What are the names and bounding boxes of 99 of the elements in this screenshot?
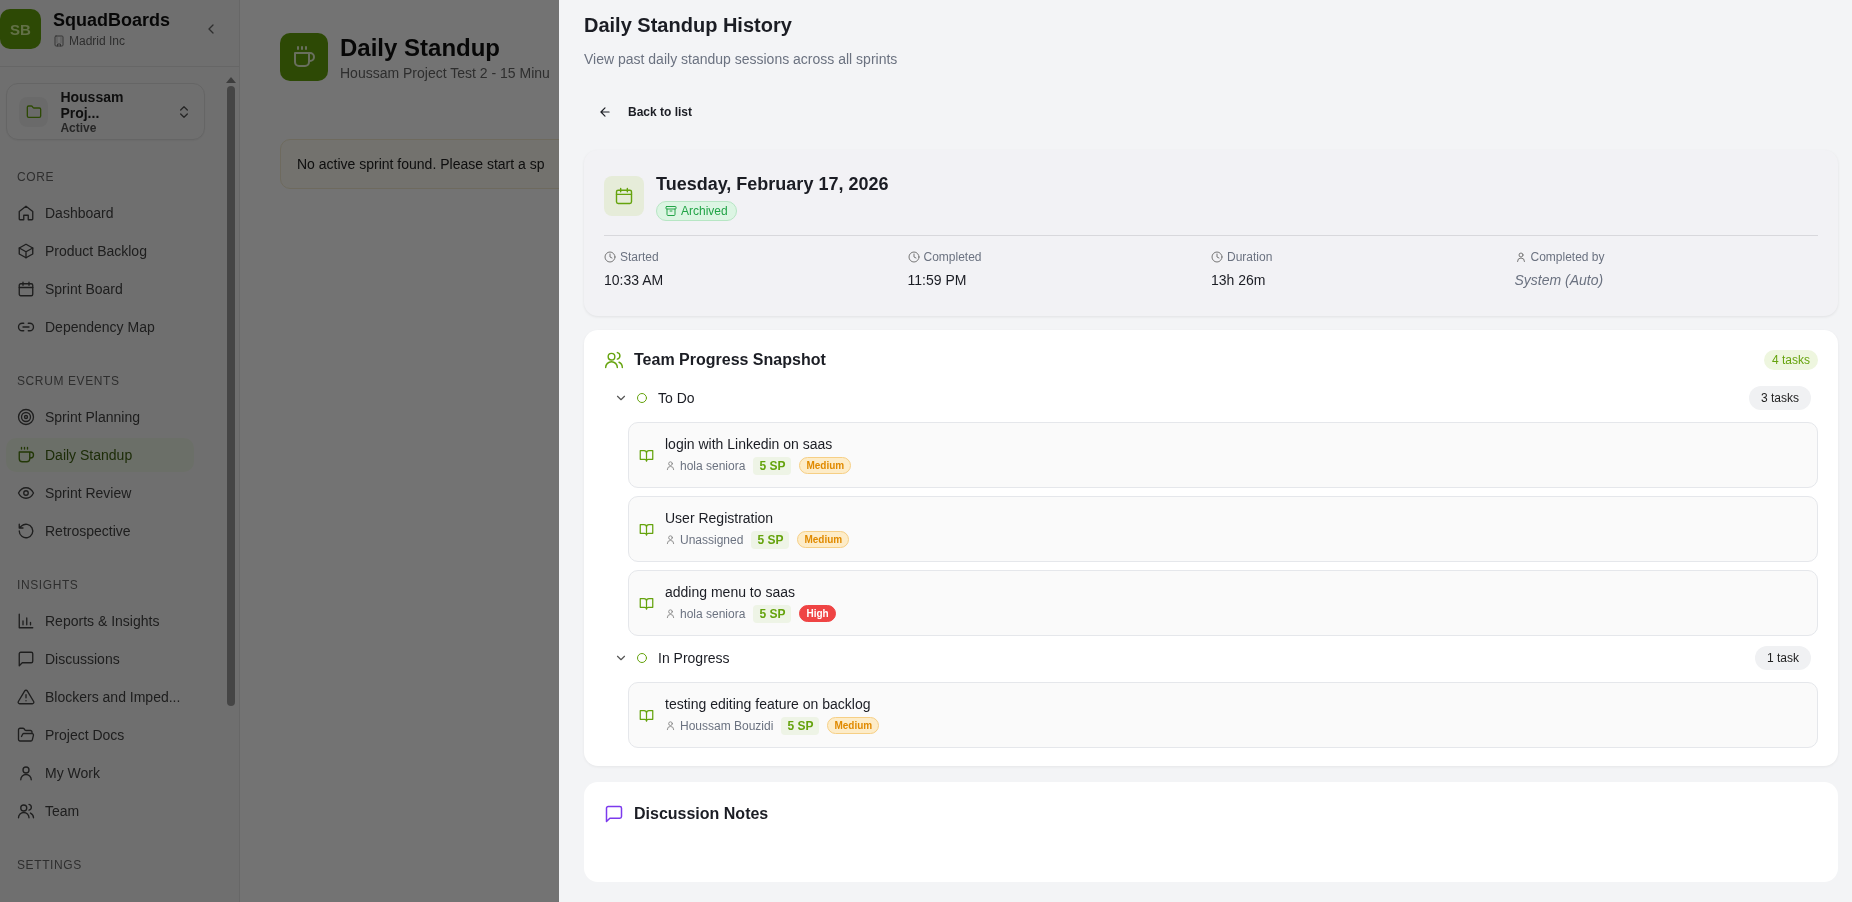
task-card[interactable]: User Registration Unassigned 5 SP Medium xyxy=(628,496,1818,562)
project-selector[interactable]: Houssam Proj... Active xyxy=(6,83,205,140)
section-heading: INSIGHTS xyxy=(16,578,80,592)
nav-item[interactable]: Dashboard xyxy=(6,196,194,230)
panel-title: Daily Standup History xyxy=(584,14,793,37)
panel-subtitle: View past daily standup sessions across all sprints xyxy=(584,51,899,67)
nav-item[interactable]: Reports & Insights xyxy=(6,604,194,638)
priority-tag: High xyxy=(799,605,836,622)
nav-item[interactable]: Blockers and Imped... xyxy=(6,680,194,714)
task-title: testing editing feature on backlog xyxy=(665,695,872,712)
calendar-icon xyxy=(17,280,35,298)
stat-value: 11:59 PM xyxy=(907,272,968,288)
cup-icon xyxy=(17,446,35,464)
user-icon xyxy=(665,608,676,619)
task-card[interactable]: login with Linkedin on saas hola seniora 5 SP Medium xyxy=(628,422,1818,488)
nav-item[interactable]: Discussions xyxy=(6,642,194,676)
status-badge: Archived xyxy=(656,201,737,221)
logo: SB xyxy=(0,9,41,49)
bar-chart-icon xyxy=(17,612,35,630)
group-name[interactable]: To Do xyxy=(658,390,695,406)
message-icon xyxy=(604,804,624,824)
status-circle-icon xyxy=(636,652,648,664)
building-icon xyxy=(53,35,65,47)
cup-icon xyxy=(292,45,316,69)
task-title: login with Linkedin on saas xyxy=(665,435,834,452)
scrollbar-thumb[interactable] xyxy=(227,86,235,706)
status-circle-icon xyxy=(636,392,648,404)
nav-item[interactable]: Daily Standup xyxy=(6,438,194,472)
task-card[interactable]: testing editing feature on backlog Houssam Bouzidi 5 SP Medium xyxy=(628,682,1818,748)
book-icon xyxy=(639,521,654,537)
nav-item[interactable]: Sprint Board xyxy=(6,272,194,306)
user-icon xyxy=(665,460,676,471)
clock-icon xyxy=(907,251,920,263)
section-title: Discussion Notes xyxy=(634,805,769,823)
nav-item[interactable]: Team xyxy=(6,794,194,828)
story-points: 5 SP xyxy=(753,604,792,623)
nav-item[interactable]: Sprint Review xyxy=(6,476,194,510)
clock-icon xyxy=(604,251,616,263)
nav-item[interactable]: My Work xyxy=(6,756,194,790)
clock-icon xyxy=(1211,251,1223,263)
group-name[interactable]: In Progress xyxy=(658,650,730,666)
stat-label: Completed xyxy=(923,250,982,264)
nav-item[interactable]: Product Backlog xyxy=(6,234,194,268)
book-icon xyxy=(639,707,654,723)
organization-name: Madrid Inc xyxy=(69,34,126,48)
archive-icon xyxy=(665,205,677,217)
nav-item[interactable]: Sprint Planning xyxy=(6,400,194,434)
nav-item[interactable]: Retrospective xyxy=(6,514,194,548)
stat-value: 13h 26m xyxy=(1211,272,1267,288)
book-icon xyxy=(639,595,654,611)
section-heading: SETTINGS xyxy=(16,858,83,872)
calendar-icon xyxy=(614,186,634,206)
story-points: 5 SP xyxy=(751,530,790,549)
user-icon xyxy=(17,764,35,782)
folder-icon xyxy=(25,103,42,120)
story-points: 5 SP xyxy=(753,456,792,475)
assignee-name: hola seniora xyxy=(680,606,746,621)
folder-icon xyxy=(17,726,35,744)
message-icon xyxy=(17,650,35,668)
nav-item[interactable]: Project Docs xyxy=(6,718,194,752)
stat-value: System (Auto) xyxy=(1514,272,1605,288)
priority-tag: Medium xyxy=(827,717,880,734)
assignee-name: Houssam Bouzidi xyxy=(680,718,774,733)
assignee-name: hola seniora xyxy=(680,458,746,473)
task-card[interactable]: adding menu to saas hola seniora 5 SP High xyxy=(628,570,1818,636)
task-count: 4 tasks xyxy=(1764,350,1818,370)
story-points: 5 SP xyxy=(781,716,820,735)
target-icon xyxy=(17,408,35,426)
stat-value: 10:33 AM xyxy=(604,272,665,288)
stat-label: Completed by xyxy=(1530,250,1605,264)
cube-icon xyxy=(17,242,35,260)
history-icon xyxy=(17,522,35,540)
page-subtitle: Houssam Project Test 2 - 15 Minu xyxy=(340,64,550,81)
task-count: 3 tasks xyxy=(1749,386,1811,410)
eye-icon xyxy=(17,484,35,502)
user-icon xyxy=(665,534,676,545)
arrow-left-icon xyxy=(598,105,612,119)
task-title: adding menu to saas xyxy=(665,583,796,600)
page-title: Daily Standup xyxy=(340,33,502,62)
section-heading: SCRUM EVENTS xyxy=(16,374,121,388)
priority-tag: Medium xyxy=(797,531,850,548)
back-link[interactable]: Back to list xyxy=(592,96,714,128)
home-icon xyxy=(17,204,35,222)
user-icon xyxy=(1514,251,1527,263)
priority-tag: Medium xyxy=(799,457,852,474)
warning-icon xyxy=(17,688,35,706)
section-heading: CORE xyxy=(16,170,56,184)
stat-label: Started xyxy=(620,250,659,264)
nav-item[interactable]: Dependency Map xyxy=(6,310,194,344)
users-icon xyxy=(17,802,35,820)
assignee-name: Unassigned xyxy=(680,532,744,547)
stat-label: Duration xyxy=(1227,250,1273,264)
task-count: 1 task xyxy=(1755,646,1811,670)
task-title: User Registration xyxy=(665,509,775,526)
app-name: SquadBoards xyxy=(53,10,171,31)
section-title: Team Progress Snapshot xyxy=(634,351,826,369)
book-icon xyxy=(639,447,654,463)
user-icon xyxy=(665,720,676,731)
users-icon xyxy=(604,350,624,370)
